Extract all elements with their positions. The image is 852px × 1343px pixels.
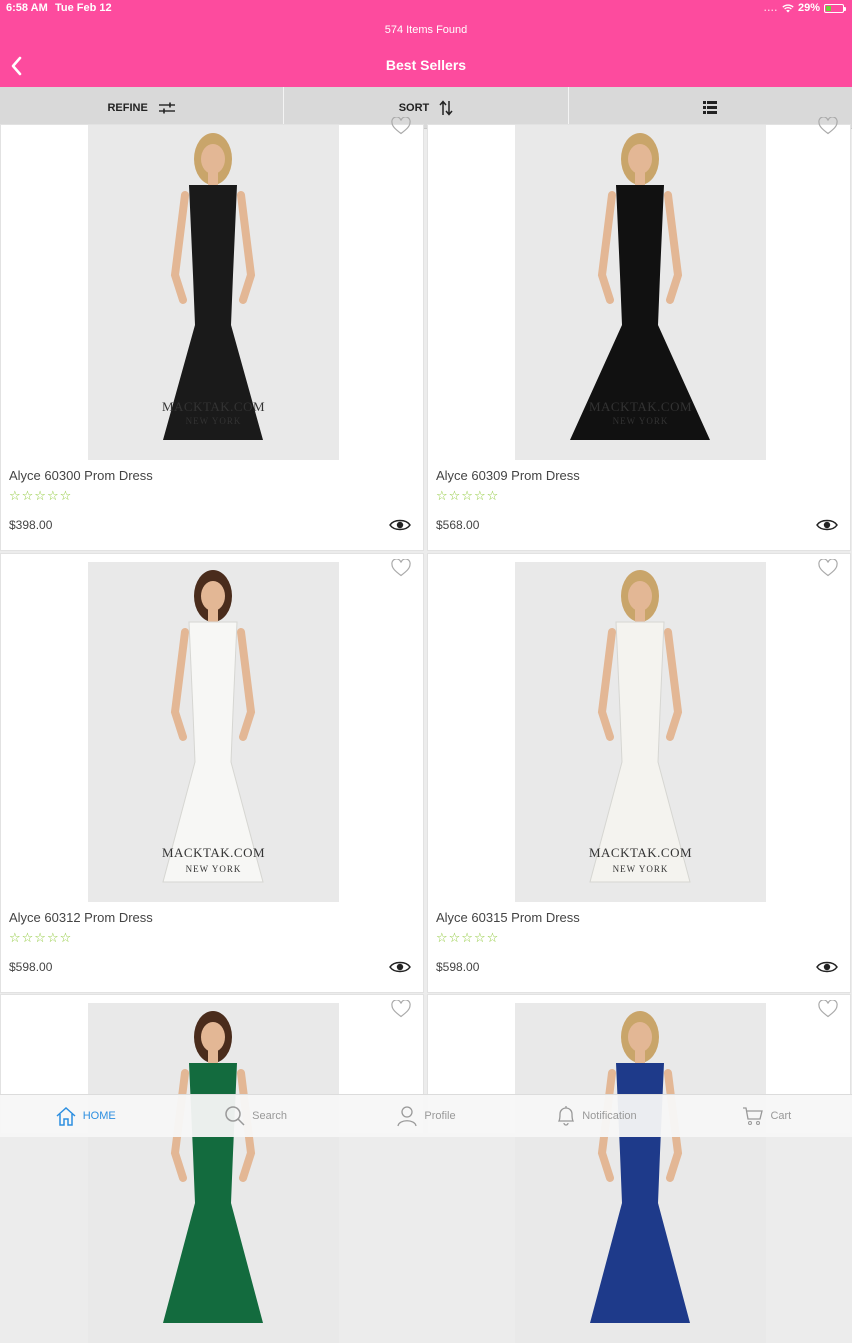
product-name[interactable]: Alyce 60315 Prom Dress	[436, 910, 580, 925]
status-indicators: .... 29%	[763, 2, 846, 14]
app-header: 6:58 AM Tue Feb 12 .... 29% 574 Items Fo…	[0, 0, 852, 87]
tab-notification-label: Notification	[582, 1110, 637, 1122]
status-date: Tue Feb 12	[55, 2, 112, 14]
product-card[interactable]: MACKTAK.COM NEW YORK Alyce 60300 Prom Dr…	[0, 117, 424, 551]
watermark-subtext: NEW YORK	[185, 864, 242, 874]
product-card[interactable]: MACKTAK.COM NEW YORK Alyce 60315 Prom Dr…	[427, 553, 851, 993]
heart-icon[interactable]	[818, 117, 838, 135]
product-image[interactable]: MACKTAK.COM NEW YORK	[88, 562, 339, 902]
eye-icon[interactable]	[389, 960, 411, 974]
status-time: 6:58 AM	[6, 2, 48, 14]
page-title: Best Sellers	[385, 57, 467, 73]
view-toggle-button[interactable]	[569, 87, 852, 128]
product-price: $568.00	[436, 518, 480, 532]
product-card[interactable]: MACKTAK.COM NEW YORK Alyce 60312 Prom Dr…	[0, 553, 424, 993]
battery-percent: 29%	[797, 2, 820, 14]
items-found-count: 574 Items Found	[384, 24, 468, 36]
watermark-subtext: NEW YORK	[185, 416, 242, 426]
sort-button[interactable]: SORT	[284, 87, 569, 128]
watermark-text: MACKTAK.COM	[161, 399, 266, 414]
product-image[interactable]: MACKTAK.COM NEW YORK	[515, 125, 766, 460]
heart-icon[interactable]	[391, 1000, 411, 1018]
product-price: $598.00	[9, 960, 53, 974]
watermark-text: MACKTAK.COM	[588, 399, 693, 414]
sliders-icon	[158, 102, 175, 113]
tab-search[interactable]: Search	[170, 1095, 340, 1137]
refine-button[interactable]: REFINE	[0, 87, 285, 128]
product-image[interactable]: MACKTAK.COM NEW YORK	[88, 125, 339, 460]
tab-cart[interactable]: Cart	[682, 1095, 852, 1137]
product-name[interactable]: Alyce 60309 Prom Dress	[436, 468, 580, 483]
sort-arrows-icon	[439, 99, 453, 116]
star-rating: ☆☆☆☆☆	[436, 930, 500, 945]
star-rating: ☆☆☆☆☆	[9, 930, 73, 945]
heart-icon[interactable]	[818, 559, 838, 577]
product-name[interactable]: Alyce 60312 Prom Dress	[9, 910, 153, 925]
tab-profile[interactable]: Profile	[341, 1095, 511, 1137]
bottom-tab-bar: HOME Search Profile Notification Cart	[0, 1094, 852, 1137]
tab-notification[interactable]: Notification	[511, 1095, 681, 1137]
product-name[interactable]: Alyce 60300 Prom Dress	[9, 468, 153, 483]
battery-icon	[824, 3, 846, 13]
wifi-icon	[782, 3, 794, 12]
tab-cart-label: Cart	[770, 1110, 792, 1122]
star-rating: ☆☆☆☆☆	[436, 488, 500, 503]
watermark-text: MACKTAK.COM	[161, 845, 266, 860]
heart-icon[interactable]	[391, 559, 411, 577]
eye-icon[interactable]	[389, 518, 411, 532]
list-view-icon	[703, 101, 718, 114]
star-rating: ☆☆☆☆☆	[9, 488, 73, 503]
filter-toolbar: REFINE SORT	[0, 87, 852, 129]
home-icon	[56, 1106, 76, 1126]
search-icon	[225, 1106, 245, 1126]
bell-icon	[558, 1106, 575, 1126]
refine-label: REFINE	[107, 101, 148, 114]
product-price: $598.00	[436, 960, 480, 974]
profile-icon	[397, 1106, 418, 1127]
watermark-subtext: NEW YORK	[612, 864, 669, 874]
tab-home[interactable]: HOME	[0, 1095, 170, 1137]
product-image[interactable]: MACKTAK.COM NEW YORK	[515, 562, 766, 902]
product-price: $398.00	[9, 518, 53, 532]
eye-icon[interactable]	[816, 518, 838, 532]
cart-icon	[743, 1107, 764, 1125]
tab-search-label: Search	[252, 1110, 288, 1122]
tab-home-label: HOME	[82, 1110, 116, 1122]
multitask-dots: ....	[763, 3, 778, 13]
eye-icon[interactable]	[816, 960, 838, 974]
watermark-subtext: NEW YORK	[612, 416, 669, 426]
watermark-text: MACKTAK.COM	[588, 845, 693, 860]
product-image[interactable]	[88, 1003, 339, 1343]
heart-icon[interactable]	[818, 1000, 838, 1018]
heart-icon[interactable]	[391, 117, 411, 135]
product-image[interactable]	[515, 1003, 766, 1343]
sort-label: SORT	[398, 101, 430, 114]
product-card[interactable]: MACKTAK.COM NEW YORK Alyce 60309 Prom Dr…	[427, 117, 851, 551]
tab-profile-label: Profile	[424, 1110, 456, 1122]
